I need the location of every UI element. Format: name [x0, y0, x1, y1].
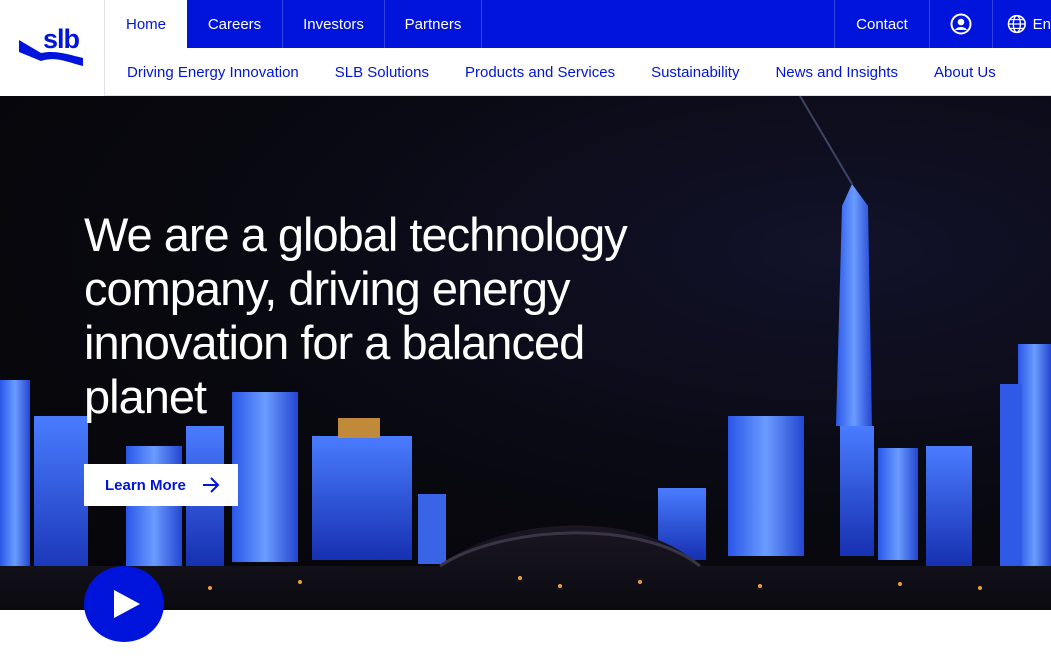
- tab-investors[interactable]: Investors: [283, 0, 385, 48]
- learn-more-button[interactable]: Learn More: [84, 464, 238, 506]
- hero-banner: We are a global technology company, driv…: [0, 96, 1051, 610]
- tab-home[interactable]: Home: [105, 0, 187, 48]
- globe-icon: [1007, 14, 1026, 34]
- logo-link[interactable]: slb: [0, 0, 105, 96]
- subnav-news-and-insights[interactable]: News and Insights: [775, 64, 898, 81]
- top-navigation-bar: Home Careers Investors Partners Contact: [105, 0, 1051, 48]
- subnav-products-and-services[interactable]: Products and Services: [465, 64, 615, 81]
- language-selector[interactable]: En: [992, 0, 1051, 48]
- contact-link[interactable]: Contact: [834, 0, 929, 48]
- account-icon: [950, 13, 972, 35]
- play-icon: [114, 590, 140, 618]
- subnav-driving-energy-innovation[interactable]: Driving Energy Innovation: [127, 64, 299, 81]
- account-button[interactable]: [929, 0, 992, 48]
- play-video-button[interactable]: [84, 566, 164, 642]
- subnav-sustainability[interactable]: Sustainability: [651, 64, 739, 81]
- language-label: En: [1032, 15, 1051, 33]
- utility-nav: Contact En: [834, 0, 1051, 48]
- site-header: slb Home Careers Investors Partners Cont…: [0, 0, 1051, 96]
- tab-careers[interactable]: Careers: [187, 0, 283, 48]
- tab-partners[interactable]: Partners: [385, 0, 482, 48]
- subnav-about-us[interactable]: About Us: [934, 64, 996, 81]
- subnav-slb-solutions[interactable]: SLB Solutions: [335, 64, 429, 81]
- secondary-navigation: Driving Energy Innovation SLB Solutions …: [105, 48, 1032, 96]
- learn-more-label: Learn More: [105, 476, 186, 494]
- hero-headline: We are a global technology company, driv…: [84, 208, 628, 423]
- arrow-right-icon: [203, 477, 220, 493]
- primary-tabs: Home Careers Investors Partners: [105, 0, 482, 48]
- logo-text: slb: [43, 24, 80, 54]
